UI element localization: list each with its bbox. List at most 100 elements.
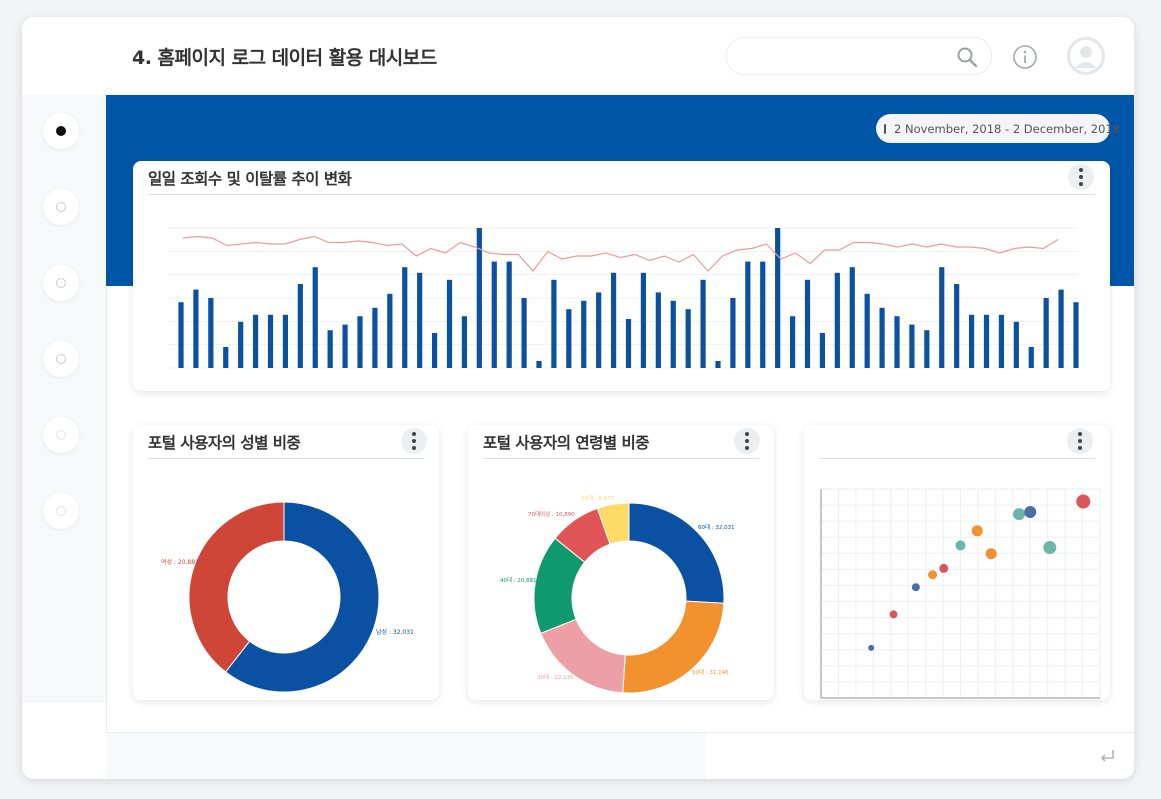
age-card: 포털 사용자의 연령별 비중 60대 : 32,031 50대 : 31,146 3… [468, 425, 774, 700]
scatter-point [939, 563, 949, 573]
bar [685, 309, 691, 368]
radio-dot-icon [56, 126, 66, 136]
page-title: 4. 홈페이지 로그 데이터 활용 대시보드 [132, 47, 437, 69]
bar [506, 261, 512, 368]
slice-label: 20대 : 6,671 [581, 494, 614, 502]
label-male: 남성 : 32,031 [376, 628, 414, 636]
bar [939, 267, 945, 368]
bar [357, 316, 363, 368]
bar [446, 279, 453, 368]
bar [402, 267, 408, 368]
sidebar-item-2[interactable] [43, 189, 79, 225]
bar [834, 272, 840, 368]
scatter-point [928, 570, 938, 580]
radio-dot-icon [56, 354, 66, 364]
date-range-text: 2 November, 2018 - 2 December, 2018 [894, 121, 1121, 136]
bar [640, 272, 647, 368]
sidebar-item-6[interactable] [43, 493, 79, 529]
info-icon[interactable] [1012, 44, 1038, 70]
search-icon[interactable] [955, 45, 979, 69]
search-input[interactable] [743, 46, 947, 68]
bar [193, 289, 199, 368]
bar [968, 314, 975, 368]
scatter-chart [820, 488, 1101, 699]
bar [491, 261, 497, 368]
bar [760, 261, 766, 368]
sidebar-nav [22, 95, 106, 703]
radio-dot-icon [56, 202, 66, 212]
bar [998, 314, 1005, 368]
enter-icon[interactable] [1096, 745, 1118, 767]
scatter-point [868, 644, 875, 651]
footer-bar [106, 732, 1134, 779]
user-avatar[interactable] [1067, 37, 1105, 75]
bar [924, 330, 930, 368]
sidebar-item-4[interactable] [43, 341, 79, 377]
scatter-point [889, 610, 898, 619]
bar [909, 324, 915, 368]
bar [864, 293, 870, 368]
scatter-point [955, 540, 966, 551]
slice-label: 50대 : 31,146 [692, 668, 729, 676]
bar [745, 261, 751, 368]
sidebar-item-1[interactable] [43, 113, 79, 149]
bar [954, 284, 960, 368]
bar [252, 314, 259, 368]
bar [1028, 347, 1034, 368]
sidebar [22, 17, 107, 779]
bar [700, 279, 706, 368]
bar [849, 267, 855, 368]
label-female: 여성 : 20,881 [161, 558, 199, 566]
bar [417, 272, 423, 368]
bar [551, 279, 557, 368]
donut-slice [628, 502, 725, 604]
bar [819, 333, 826, 368]
bar [715, 361, 721, 368]
bar [312, 267, 318, 368]
donut-slice [188, 501, 285, 673]
scatter-point [911, 583, 920, 592]
user-avatar-icon [1067, 37, 1105, 75]
bar [267, 314, 274, 368]
bar [581, 300, 587, 368]
bar [208, 298, 214, 368]
footer-left-panel [106, 733, 706, 779]
bar [879, 307, 885, 368]
bar [625, 319, 632, 368]
sidebar-item-3[interactable] [43, 265, 79, 301]
trend-chart [168, 227, 1079, 369]
bar [655, 292, 661, 368]
bar [789, 316, 796, 368]
bar [431, 333, 438, 368]
bar [1073, 302, 1079, 368]
scatter-point [1076, 494, 1091, 509]
bar [983, 314, 990, 368]
age-donut-chart: 60대 : 32,031 50대 : 31,146 30대 : 22,135 40대 … [500, 494, 735, 694]
bar [372, 307, 378, 368]
dashboard-window: 4. 홈페이지 로그 데이터 활용 대시보드 2 November, 2018 [22, 17, 1134, 779]
bar [804, 279, 811, 368]
scatter-point [971, 525, 983, 537]
donut-slice [622, 600, 725, 694]
scatter-point [1013, 508, 1026, 521]
bar [730, 298, 736, 368]
bar [178, 302, 184, 368]
calendar-icon [884, 123, 886, 134]
scatter-point [1024, 505, 1037, 518]
bar [223, 347, 229, 368]
bar [1043, 298, 1049, 368]
scatter-point [1043, 541, 1057, 555]
slice-label: 70대이상 : 10,890 [528, 510, 575, 518]
trend-card: 일일 조회수 및 이탈률 추이 변화 [133, 161, 1110, 391]
scatter-card [804, 425, 1110, 700]
header: 4. 홈페이지 로그 데이터 활용 대시보드 [106, 17, 1134, 95]
bar [521, 298, 527, 368]
gender-donut-chart: 남성 : 32,031 여성 : 20,881 [161, 501, 414, 693]
bar [282, 314, 289, 368]
bar [238, 321, 244, 368]
sidebar-item-5[interactable] [43, 417, 79, 453]
bounce-rate-line [182, 235, 1059, 272]
search-box [726, 37, 992, 75]
date-range-picker[interactable]: 2 November, 2018 - 2 December, 2018 [876, 114, 1120, 143]
bar [610, 272, 617, 368]
